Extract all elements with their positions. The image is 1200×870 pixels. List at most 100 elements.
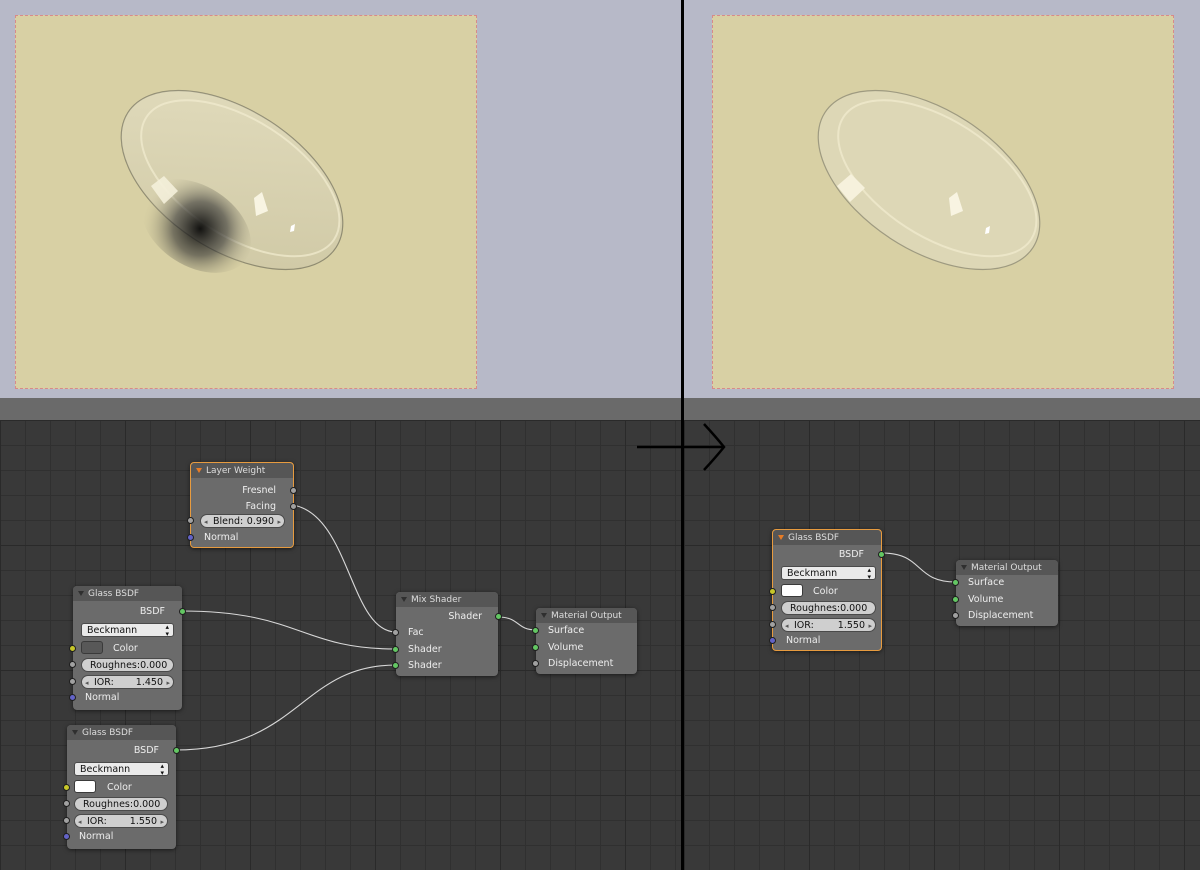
- shader1-label: Shader: [408, 644, 442, 655]
- glass-bsdf-node[interactable]: Glass BSDF BSDF Beckmann ▴ ▾ Color Roughn…: [769, 529, 885, 651]
- input-fac-socket[interactable]: [392, 629, 399, 636]
- roughness-label: Roughnes:: [90, 660, 141, 671]
- shader2-label: Shader: [408, 660, 442, 671]
- input-displacement-socket[interactable]: [952, 612, 959, 619]
- distribution-value: Beckmann: [87, 625, 138, 636]
- input-color-socket[interactable]: [63, 784, 70, 791]
- ior-field[interactable]: ◂ IOR: 1.450 ▸: [81, 675, 174, 689]
- ior-field[interactable]: ◂ IOR: 1.550 ▸: [781, 618, 876, 632]
- layer-weight-header[interactable]: Layer Weight: [191, 463, 293, 478]
- right-node-wires: [881, 552, 957, 583]
- output-fresnel-label: Fresnel: [242, 485, 276, 496]
- input-normal-socket[interactable]: [187, 534, 194, 541]
- glass-drop-dark-render: [120, 89, 344, 273]
- ior-label: IOR:: [87, 816, 107, 827]
- material-output-header[interactable]: Material Output: [956, 560, 1058, 575]
- node-title: Material Output: [551, 610, 622, 621]
- wire-glass2-to-shader2: [174, 664, 397, 751]
- output-shader-socket[interactable]: [495, 613, 502, 620]
- output-facing-socket[interactable]: [290, 503, 297, 510]
- roughness-label: Roughnes:: [83, 799, 134, 810]
- volume-label: Volume: [968, 594, 1004, 605]
- collapse-triangle-icon[interactable]: [961, 565, 967, 570]
- collapse-triangle-icon[interactable]: [78, 591, 84, 596]
- input-volume-socket[interactable]: [532, 644, 539, 651]
- input-shader1-socket[interactable]: [392, 646, 399, 653]
- blend-field[interactable]: ◂ Blend: 0.990 ▸: [200, 514, 285, 528]
- right-render-viewport[interactable]: [684, 0, 1200, 398]
- layer-weight-node[interactable]: Layer Weight Fresnel Facing ◂ Blend: 0.9…: [187, 462, 297, 548]
- collapse-triangle-icon[interactable]: [72, 730, 78, 735]
- node-title: Layer Weight: [206, 465, 266, 476]
- collapse-triangle-icon[interactable]: [541, 613, 547, 618]
- blend-value: 0.990: [246, 516, 274, 527]
- roughness-field[interactable]: Roughnes:0.000: [74, 797, 168, 811]
- displacement-label: Displacement: [548, 658, 614, 669]
- output-bsdf-socket[interactable]: [173, 747, 180, 754]
- roughness-field[interactable]: Roughnes:0.000: [781, 601, 876, 615]
- collapse-triangle-icon[interactable]: [778, 535, 784, 540]
- input-roughness-socket[interactable]: [769, 604, 776, 611]
- left-editor-header-band: [0, 398, 681, 420]
- material-output-node[interactable]: Material Output Surface Volume Displacem…: [952, 560, 1058, 626]
- distribution-dropdown[interactable]: Beckmann ▴ ▾: [81, 623, 174, 638]
- input-roughness-socket[interactable]: [69, 661, 76, 668]
- node-title: Glass BSDF: [82, 727, 134, 738]
- ior-field[interactable]: ◂ IOR: 1.550 ▸: [74, 814, 168, 828]
- ior-value: 1.550: [129, 816, 157, 827]
- normal-label: Normal: [79, 831, 114, 842]
- roughness-value: 0.000: [133, 799, 161, 810]
- collapse-triangle-icon[interactable]: [196, 468, 202, 473]
- mix-shader-node[interactable]: Mix Shader Shader Fac Shader Shader: [392, 592, 502, 676]
- node-title: Mix Shader: [411, 594, 462, 605]
- color-swatch[interactable]: [781, 584, 803, 597]
- output-bsdf-socket[interactable]: [878, 551, 885, 558]
- node-title: Glass BSDF: [88, 588, 140, 599]
- distribution-dropdown[interactable]: Beckmann ▴ ▾: [781, 566, 876, 581]
- roughness-value: 0.000: [140, 660, 168, 671]
- left-node-editor[interactable]: Layer Weight Fresnel Facing ◂ Blend: 0.9…: [0, 420, 681, 870]
- glass-bsdf-node-1[interactable]: Glass BSDF BSDF Beckmann ▴ ▾ Color Roughn…: [69, 586, 186, 710]
- input-ior-socket[interactable]: [63, 817, 70, 824]
- input-normal-socket[interactable]: [769, 637, 776, 644]
- material-output-header[interactable]: Material Output: [536, 608, 637, 623]
- input-displacement-socket[interactable]: [532, 660, 539, 667]
- left-render-viewport[interactable]: [0, 0, 681, 398]
- right-node-editor[interactable]: Glass BSDF BSDF Beckmann ▴ ▾ Color Roughn…: [684, 420, 1200, 870]
- input-surface-socket[interactable]: [532, 627, 539, 634]
- dropdown-arrows-icon: ▴ ▾: [165, 623, 169, 638]
- output-fresnel-socket[interactable]: [290, 487, 297, 494]
- glass-bsdf-header[interactable]: Glass BSDF: [67, 725, 176, 740]
- input-volume-socket[interactable]: [952, 596, 959, 603]
- distribution-dropdown[interactable]: Beckmann ▴ ▾: [74, 762, 169, 777]
- input-ior-socket[interactable]: [769, 621, 776, 628]
- mix-shader-header[interactable]: Mix Shader: [396, 592, 498, 607]
- blend-label: Blend:: [213, 516, 244, 527]
- output-bsdf-socket[interactable]: [179, 608, 186, 615]
- input-blend-socket[interactable]: [187, 517, 194, 524]
- ior-label: IOR:: [94, 677, 114, 688]
- color-swatch[interactable]: [81, 641, 103, 654]
- material-output-node[interactable]: Material Output Surface Volume Displacem…: [532, 608, 637, 674]
- glass-bsdf-header[interactable]: Glass BSDF: [773, 530, 881, 545]
- input-roughness-socket[interactable]: [63, 800, 70, 807]
- roughness-field[interactable]: Roughnes:0.000: [81, 658, 174, 672]
- glass-drop-clear-render: [817, 89, 1041, 271]
- distribution-value: Beckmann: [787, 568, 838, 579]
- glass-bsdf-node-2[interactable]: Glass BSDF BSDF Beckmann ▴ ▾ Color Roughn…: [63, 725, 180, 849]
- color-swatch[interactable]: [74, 780, 96, 793]
- volume-label: Volume: [548, 642, 584, 653]
- input-color-socket[interactable]: [769, 588, 776, 595]
- wire-mix-to-surface: [497, 616, 537, 631]
- output-bsdf-label: BSDF: [133, 745, 159, 756]
- input-ior-socket[interactable]: [69, 678, 76, 685]
- input-normal-socket[interactable]: [69, 694, 76, 701]
- input-normal-socket[interactable]: [63, 833, 70, 840]
- right-render-preview: [712, 15, 1174, 389]
- input-surface-socket[interactable]: [952, 579, 959, 586]
- glass-bsdf-header[interactable]: Glass BSDF: [73, 586, 182, 601]
- wire-facing-to-fac: [292, 504, 397, 633]
- input-shader2-socket[interactable]: [392, 662, 399, 669]
- collapse-triangle-icon[interactable]: [401, 597, 407, 602]
- input-color-socket[interactable]: [69, 645, 76, 652]
